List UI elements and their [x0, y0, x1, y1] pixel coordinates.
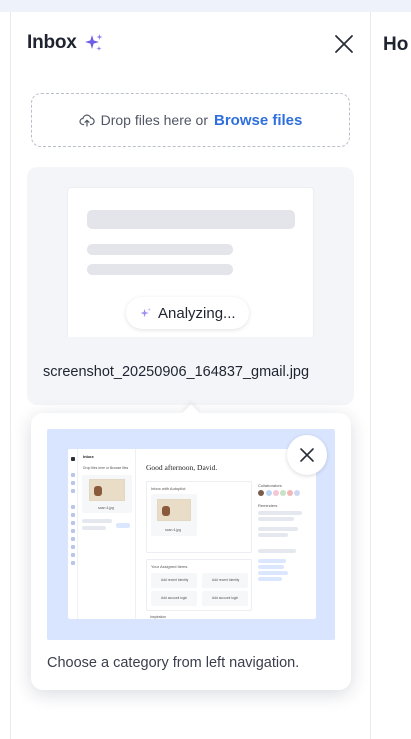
preview-file-name: scan 4.jpg: [165, 528, 181, 532]
preview-autopilot-card: Inbox with Autopilot scan 4.jpg: [146, 481, 252, 553]
preview-item: Add recent identity: [212, 578, 240, 582]
skeleton-line: [87, 264, 233, 275]
preview-item: Add account login: [161, 596, 188, 600]
preview-autopilot-title: Inbox with Autopilot: [151, 486, 186, 491]
preview-reminders-title: Reminders: [258, 503, 278, 508]
file-card[interactable]: Analyzing... screenshot_20250906_164837_…: [27, 167, 354, 405]
preview-file-name: scan 4.jpg: [98, 506, 114, 510]
preview-assigned-title: Your Assigned Items: [151, 564, 188, 569]
tooltip-preview-image: Inbox Drop files here or Browse files sc…: [47, 429, 335, 640]
close-icon[interactable]: [333, 33, 355, 55]
preview-inspiration-title: Inspiration: [150, 615, 167, 619]
skeleton-line: [87, 210, 295, 229]
home-pane-title: Ho: [383, 34, 409, 55]
analyzing-text: Analyzing...: [158, 304, 236, 322]
preview-inbox-title: Inbox: [83, 454, 94, 459]
preview-assigned-card: Your Assigned Items Add recent identity …: [146, 559, 252, 611]
file-dropzone[interactable]: Drop files here or Browse files: [31, 93, 350, 147]
preview-greeting: Good afternoon, David.: [146, 463, 218, 472]
sparkle-icon: [140, 307, 151, 317]
preview-drop-text: Drop files here or Browse files: [83, 466, 129, 470]
preview-id-image: [89, 479, 125, 501]
analyzing-badge: Analyzing...: [126, 297, 249, 329]
panel-title: Inbox: [27, 32, 77, 53]
skeleton-line: [87, 244, 233, 255]
preview-inbox: Inbox Drop files here or Browse files sc…: [78, 449, 136, 619]
left-gutter: [0, 12, 11, 739]
preview-close-button[interactable]: [287, 435, 327, 475]
preview-collaborators-title: Collaborators: [258, 483, 282, 488]
inbox-panel: Inbox Drop files here or Browse files An…: [11, 12, 371, 739]
close-icon: [300, 448, 314, 462]
sparkle-icon: [85, 34, 103, 51]
cloud-upload-icon: [79, 114, 95, 127]
app-preview: Inbox Drop files here or Browse files sc…: [68, 449, 316, 619]
home-pane: Ho: [371, 12, 411, 739]
file-name: screenshot_20250906_164837_gmail.jpg: [43, 364, 310, 380]
dropzone-text: Drop files here or: [100, 112, 208, 128]
preview-item: Add account login: [212, 596, 239, 600]
preview-autopilot-file: scan 4.jpg: [151, 494, 197, 536]
tooltip-caption: Choose a category from left navigation.: [47, 655, 300, 671]
preview-right-column: Collaborators Reminders: [256, 481, 312, 611]
preview-id-image: [157, 499, 191, 521]
panel-header: Inbox: [27, 32, 355, 56]
preview-item: Add recent identity: [161, 578, 189, 582]
top-strip: [0, 0, 411, 12]
preview-left-nav: [68, 449, 78, 619]
preview-file-card: scan 4.jpg: [82, 475, 132, 513]
onboarding-tooltip: Inbox Drop files here or Browse files sc…: [31, 413, 351, 690]
browse-files-link[interactable]: Browse files: [214, 112, 302, 129]
